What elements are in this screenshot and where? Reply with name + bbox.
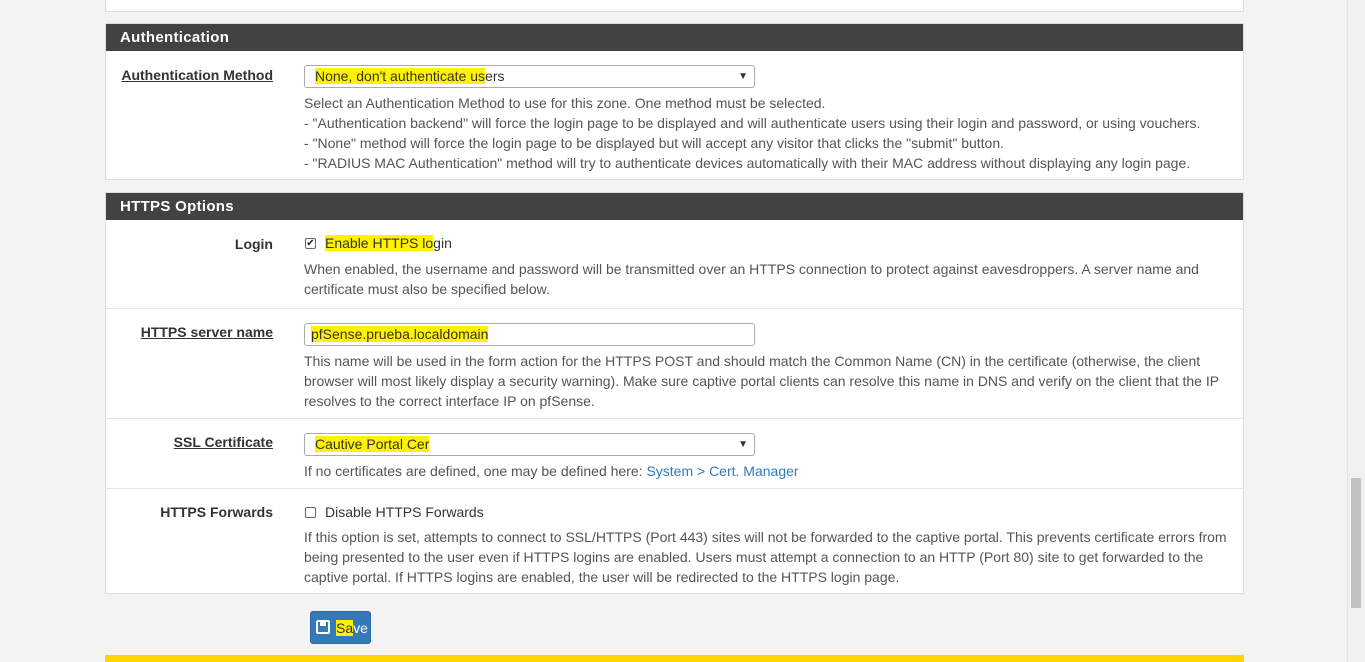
ssl-help-text: If no certificates are defined, one may … — [304, 463, 647, 479]
disable-https-forwards-label[interactable]: Disable HTTPS Forwards — [325, 504, 484, 520]
enable-https-login-label-rest: gin — [433, 235, 452, 251]
https-options-header: HTTPS Options — [106, 193, 1243, 220]
https-server-name-help: This name will be used in the form actio… — [304, 353, 1219, 409]
auth-method-select[interactable]: None, don't authenticate users ▼ — [304, 65, 755, 88]
https-forwards-row: HTTPS Forwards Disable HTTPS Forwards If… — [106, 489, 1243, 597]
https-forwards-label: HTTPS Forwards — [160, 504, 273, 520]
https-forwards-help: If this option is set, attempts to conne… — [304, 529, 1227, 585]
auth-help-line: - "RADIUS MAC Authentication" method wil… — [304, 155, 1191, 171]
auth-method-help: Select an Authentication Method to use f… — [304, 93, 1235, 173]
scrollbar-thumb[interactable] — [1351, 478, 1361, 608]
save-button-label: Save — [336, 620, 368, 636]
auth-help-line: - "Authentication backend" will force th… — [304, 115, 1201, 131]
enable-https-login-label[interactable]: Enable HTTPS login — [325, 235, 452, 251]
https-server-name-input[interactable]: pfSense.prueba.localdomain — [304, 323, 755, 346]
login-label: Login — [234, 236, 273, 252]
login-help: When enabled, the username and password … — [304, 261, 1199, 297]
https-server-name-value: pfSense.prueba.localdomain — [311, 326, 489, 342]
save-icon — [316, 620, 330, 634]
ssl-certificate-help: If no certificates are defined, one may … — [304, 461, 1235, 481]
save-button[interactable]: Save — [310, 611, 371, 644]
auth-help-line: - "None" method will force the login pag… — [304, 135, 1005, 151]
ssl-certificate-select[interactable]: Cautive Portal Cer ▼ — [304, 433, 755, 456]
https-options-panel: HTTPS Options Login ✔ Enable HTTPS login… — [105, 192, 1244, 594]
ssl-certificate-row: SSL Certificate Cautive Portal Cer ▼ If … — [106, 419, 1243, 489]
https-server-name-label: HTTPS server name — [140, 324, 273, 340]
enable-https-login-label-highlight: Enable HTTPS lo — [325, 235, 434, 251]
auth-method-value-rest: ers — [485, 68, 505, 84]
ssl-certificate-label: SSL Certificate — [173, 434, 273, 450]
enable-https-login-checkbox[interactable]: ✔ — [305, 238, 316, 249]
cert-manager-link[interactable]: System > Cert. Manager — [646, 463, 798, 479]
next-panel-top — [105, 655, 1244, 662]
auth-method-row: Authentication Method None, don't authen… — [106, 51, 1243, 180]
save-label-rest: ve — [353, 620, 368, 636]
chevron-down-icon: ▼ — [738, 71, 748, 82]
ssl-certificate-value: Cautive Portal Cer — [315, 436, 430, 452]
authentication-panel: Authentication Authentication Method Non… — [105, 23, 1244, 180]
previous-panel-bottom — [105, 0, 1244, 12]
auth-method-value-highlight: None, don't authenticate us — [315, 68, 486, 84]
chevron-down-icon: ▼ — [738, 439, 748, 450]
disable-https-forwards-checkbox[interactable] — [305, 507, 316, 518]
auth-method-label: Authentication Method — [121, 67, 273, 83]
page-scrollbar[interactable] — [1347, 0, 1365, 662]
server-name-row: HTTPS server name pfSense.prueba.localdo… — [106, 309, 1243, 419]
auth-help-line: Select an Authentication Method to use f… — [304, 95, 826, 111]
login-row: Login ✔ Enable HTTPS login When enabled,… — [106, 220, 1243, 309]
save-label-highlight: Sa — [336, 620, 354, 636]
authentication-header: Authentication — [106, 24, 1243, 51]
